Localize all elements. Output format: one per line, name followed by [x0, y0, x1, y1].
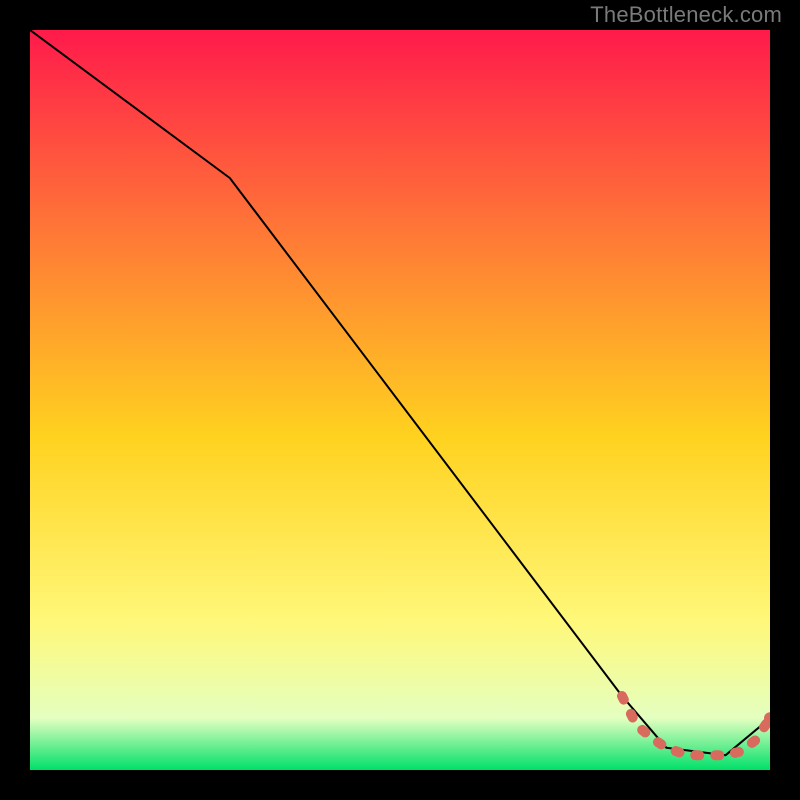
chart-svg: [30, 30, 770, 770]
chart-frame: TheBottleneck.com: [0, 0, 800, 800]
gradient-background: [30, 30, 770, 770]
watermark-label: TheBottleneck.com: [590, 2, 782, 28]
plot-area: [30, 30, 770, 770]
